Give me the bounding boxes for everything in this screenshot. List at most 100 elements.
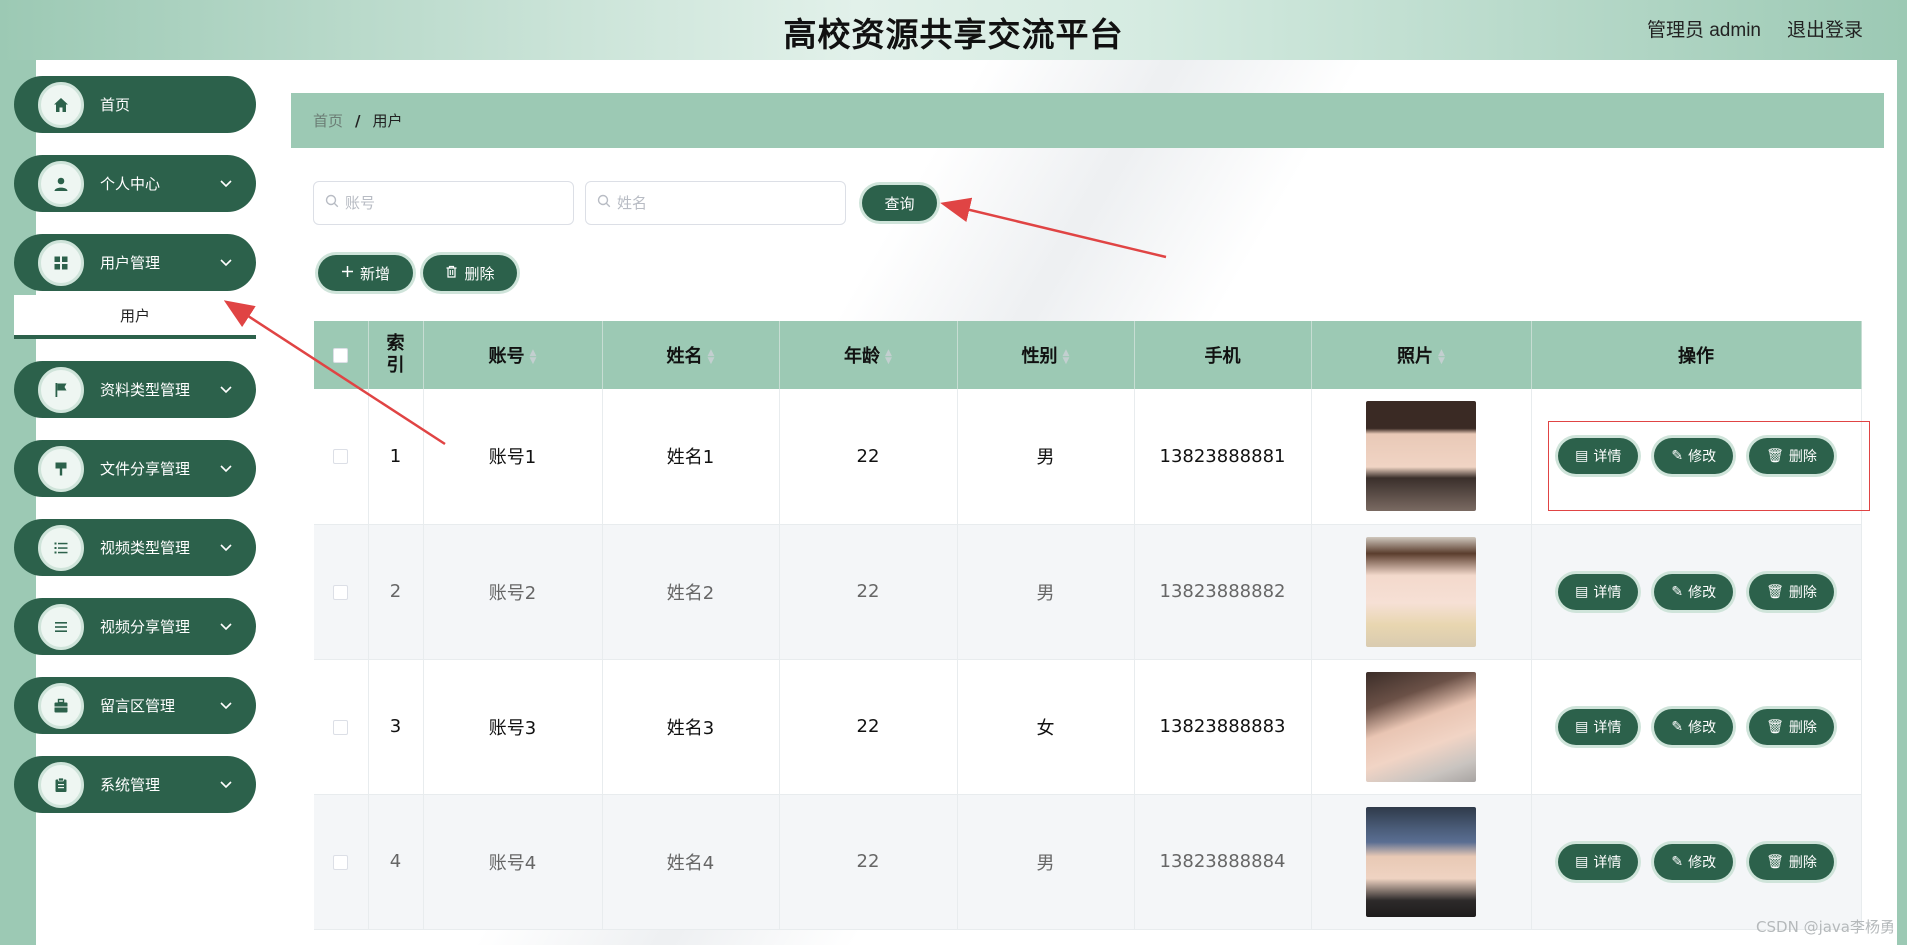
delete-button[interactable]: 🗑 删除 [1749,438,1834,475]
edit-button[interactable]: ✎ 修改 [1654,438,1734,475]
watermark: CSDN @java李杨勇 [1756,918,1895,936]
cell-index: 2 [368,524,424,660]
pencil-icon: ✎ [1671,718,1684,735]
pencil-icon: ✎ [1671,448,1684,465]
account-search-field[interactable] [313,181,574,225]
header-select-all[interactable] [314,321,369,389]
batch-delete-button[interactable]: 删除 [423,255,517,291]
cell-account: 账号3 [423,659,603,795]
pencil-icon: ✎ [1671,853,1684,870]
sort-icon[interactable]: ▲ ▼ [708,349,715,366]
sidebar-item-message-board[interactable]: 留言区管理 [14,677,256,734]
sidebar-item-label: 首页 [100,96,131,114]
sidebar-item-system-management[interactable]: 系统管理 [14,756,256,813]
chevron-down-icon [218,540,234,556]
cell-index: 3 [368,659,424,795]
chevron-down-icon [218,777,234,793]
chevron-down-icon [218,176,234,192]
sort-icon[interactable]: ▲ ▼ [1063,349,1070,366]
cell-account: 账号1 [423,389,603,525]
cell-name: 姓名1 [602,389,780,525]
sidebar-item-label: 用户管理 [100,254,161,272]
row-checkbox[interactable] [333,854,349,870]
cell-account: 账号2 [423,524,603,660]
cell-name: 姓名2 [602,524,780,660]
add-button[interactable]: 新增 [318,255,413,291]
chevron-down-icon [218,382,234,398]
sidebar-item-material-types[interactable]: 资料类型管理 [14,361,256,418]
header-name[interactable]: 姓名 ▲ ▼ [602,321,780,389]
detail-button[interactable]: ▤ 详情 [1558,438,1639,475]
sidebar-item-label: 文件分享管理 [100,460,191,478]
grid-icon [38,239,84,286]
edit-button[interactable]: ✎ 修改 [1654,708,1734,745]
table-row: 3 账号3 姓名3 22 女 13823888883 ▤ 详情 ✎ 修改 🗑 删除 [314,659,1862,795]
detail-button[interactable]: ▤ 详情 [1558,708,1639,745]
sidebar-item-user-management[interactable]: 用户管理 [14,234,256,291]
row-checkbox[interactable] [333,719,349,735]
row-checkbox[interactable] [333,449,349,465]
user-photo[interactable] [1366,536,1476,647]
trash-icon: 🗑 [1766,448,1784,465]
query-button[interactable]: 查询 [862,185,937,221]
cell-gender: 女 [957,659,1135,795]
document-icon: ▤ [1575,583,1589,600]
table-header-row: 索引 账号 ▲ ▼ 姓名 ▲ ▼ 年龄 ▲ ▼ 性别 ▲ ▼ 手机 照片 ▲ ▼ 操作 [314,321,1862,389]
flag-icon [38,366,84,413]
cell-photo [1311,389,1532,525]
header-gender[interactable]: 性别 ▲ ▼ [957,321,1135,389]
cell-age: 22 [779,659,958,795]
cell-gender: 男 [957,389,1135,525]
select-all-checkbox[interactable] [333,348,349,363]
breadcrumb-home[interactable]: 首页 [313,110,343,131]
top-bar: 高校资源共享交流平台 管理员 admin 退出登录 [0,0,1907,60]
row-checkbox[interactable] [333,584,349,600]
document-icon: ▤ [1575,718,1589,735]
name-search-input[interactable] [617,194,817,212]
user-photo[interactable] [1366,671,1476,782]
delete-button[interactable]: 🗑 删除 [1749,708,1834,745]
sidebar-item-label: 系统管理 [100,776,161,794]
header-photo[interactable]: 照片 ▲ ▼ [1311,321,1532,389]
sort-icon[interactable]: ▲ ▼ [885,349,892,366]
detail-button[interactable]: ▤ 详情 [1558,573,1639,610]
cell-photo [1311,524,1532,660]
user-icon [38,160,84,207]
table-row: 4 账号4 姓名4 22 男 13823888884 ▤ 详情 ✎ 修改 🗑 删除 [314,794,1862,930]
name-search-field[interactable] [585,181,846,225]
user-photo[interactable] [1366,401,1476,512]
query-button-label: 查询 [884,194,915,213]
user-photo[interactable] [1366,806,1476,917]
edit-button[interactable]: ✎ 修改 [1654,573,1734,610]
delete-button[interactable]: 🗑 删除 [1749,843,1834,880]
detail-button[interactable]: ▤ 详情 [1558,843,1639,880]
breadcrumb-separator: / [355,111,361,130]
users-table: 索引 账号 ▲ ▼ 姓名 ▲ ▼ 年龄 ▲ ▼ 性别 ▲ ▼ 手机 照片 ▲ ▼ 操作 1 账号1 … [314,321,1862,930]
sidebar-item-personal-center[interactable]: 个人中心 [14,155,256,212]
clipboard-icon [38,761,84,808]
sort-icon[interactable]: ▲ ▼ [530,349,537,366]
search-icon [325,194,339,213]
right-strip [1897,60,1907,945]
sidebar-item-home[interactable]: 首页 [14,76,256,133]
sidebar-item-file-sharing[interactable]: 文件分享管理 [14,440,256,497]
chevron-down-icon [218,619,234,635]
trash-icon: 🗑 [1766,853,1784,870]
delete-button[interactable]: 🗑 删除 [1749,573,1834,610]
pencil-icon: ✎ [1671,583,1684,600]
sidebar-item-video-sharing[interactable]: 视频分享管理 [14,598,256,655]
cell-account: 账号4 [423,794,603,930]
edit-button[interactable]: ✎ 修改 [1654,843,1734,880]
logout-link[interactable]: 退出登录 [1787,15,1863,42]
home-icon [38,81,84,128]
submenu-item-users[interactable]: 用户 [14,295,256,339]
account-search-input[interactable] [345,194,545,212]
header-account[interactable]: 账号 ▲ ▼ [423,321,603,389]
admin-label[interactable]: 管理员 admin [1647,15,1761,42]
cell-gender: 男 [957,794,1135,930]
sidebar-item-video-types[interactable]: 视频类型管理 [14,519,256,576]
cell-age: 22 [779,389,958,525]
cell-phone: 13823888884 [1134,794,1312,930]
header-age[interactable]: 年龄 ▲ ▼ [779,321,958,389]
sort-icon[interactable]: ▲ ▼ [1438,349,1445,366]
